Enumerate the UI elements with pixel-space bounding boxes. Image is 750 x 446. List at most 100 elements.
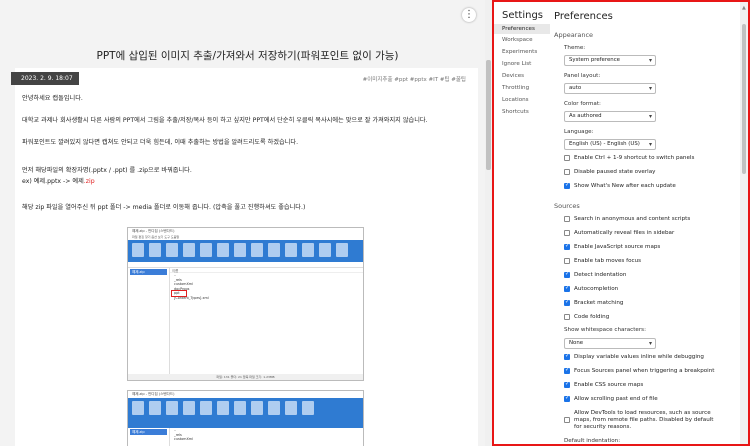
checkbox-bracket-matching[interactable]: Bracket matching bbox=[564, 299, 624, 306]
more-vertical-icon[interactable]: ⋮ bbox=[462, 8, 476, 22]
checkbox-checked[interactable] bbox=[564, 381, 570, 388]
theme-select[interactable]: System preference bbox=[564, 55, 656, 66]
checkbox-scroll-past-end[interactable]: Allow scrolling past end of file bbox=[564, 395, 658, 402]
checkbox-tab-focus[interactable]: Enable tab moves focus bbox=[564, 258, 641, 264]
checkbox-checked[interactable] bbox=[564, 353, 570, 360]
checkbox-label: Automatically reveal files in sidebar bbox=[574, 230, 675, 236]
checkbox-label: Enable CSS source maps bbox=[574, 382, 644, 388]
toolbar-icon bbox=[166, 401, 178, 415]
toolbar-icon bbox=[217, 401, 229, 415]
checkbox-label-line: Allow DevTools to load resources, such a… bbox=[574, 410, 711, 416]
sidebar-item-experiments[interactable]: Experiments bbox=[502, 49, 537, 55]
checkbox[interactable] bbox=[564, 230, 570, 236]
panel-layout-select[interactable]: auto bbox=[564, 83, 656, 94]
post-tags[interactable]: #이미지추출 #ppt #pptx #IT #팁 #꿀팁 bbox=[363, 75, 466, 83]
page-title: Preferences bbox=[554, 11, 613, 22]
checkbox[interactable] bbox=[564, 417, 570, 423]
checkbox-label: Enable Ctrl + 1-9 shortcut to switch pan… bbox=[574, 155, 695, 161]
language-label: Language: bbox=[564, 129, 594, 135]
checkbox-label: Display variable values inline while deb… bbox=[574, 354, 704, 360]
list-item: [Content_Types].xml bbox=[174, 295, 209, 300]
settings-scrollbar[interactable]: ▲ bbox=[740, 2, 748, 444]
checkbox-label: Focus Sources panel when triggering a br… bbox=[574, 368, 715, 374]
sidebar-item-preferences[interactable]: Preferences bbox=[494, 24, 550, 34]
toolbar-icon bbox=[200, 243, 212, 257]
page-scrollbar[interactable] bbox=[485, 0, 492, 446]
checkbox-css-source-maps[interactable]: Enable CSS source maps bbox=[564, 381, 644, 388]
section-heading-sources: Sources bbox=[554, 202, 580, 210]
checkbox-label: Bracket matching bbox=[574, 300, 624, 306]
checkbox[interactable] bbox=[564, 216, 570, 222]
window-title: 예제.zip - 반디집 (스탠다드) bbox=[128, 391, 363, 398]
tree-item: 예제.zip bbox=[130, 429, 167, 435]
checkbox-checked[interactable] bbox=[564, 395, 570, 402]
scrollbar-thumb[interactable] bbox=[486, 60, 491, 170]
checkbox-checked[interactable] bbox=[564, 182, 570, 189]
ext-text: ex) 예제.pptx -> 예제 bbox=[22, 178, 84, 185]
checkbox-label: Code folding bbox=[574, 314, 610, 320]
file-list: 이름 .. _rels customXml docProps ppt [Cont… bbox=[170, 268, 363, 376]
window-statusbar: 파일: 131 폴더: 21 압축 파일 크기: 1.23MB bbox=[128, 374, 363, 380]
checkbox-label: Show What's New after each update bbox=[574, 183, 676, 189]
color-format-select[interactable]: As authored bbox=[564, 111, 656, 122]
checkbox-remote-resources[interactable]: Allow DevTools to load resources, such a… bbox=[564, 410, 713, 431]
checkbox-ctrl-shortcut[interactable]: Enable Ctrl + 1-9 shortcut to switch pan… bbox=[564, 155, 694, 161]
theme-label: Theme: bbox=[564, 45, 586, 51]
paragraph: 대학교 과제나 회사생활시 다른 사람의 PPT에서 그림을 추출/저장/복사 … bbox=[22, 117, 428, 124]
checkbox-label: Detect indentation bbox=[574, 272, 627, 278]
settings-title: Settings bbox=[502, 10, 544, 21]
post-title: PPT에 삽입된 이미지 추출/가져와서 저장하기(파워포인트 없이 가능) bbox=[96, 50, 399, 62]
screen: ⋮ PPT에 삽입된 이미지 추출/가져와서 저장하기(파워포인트 없이 가능)… bbox=[0, 0, 750, 446]
sidebar-item-devices[interactable]: Devices bbox=[502, 73, 524, 79]
checkbox-anonymous-scripts[interactable]: Search in anonymous and content scripts bbox=[564, 216, 690, 222]
section-heading-appearance: Appearance bbox=[554, 31, 594, 39]
sidebar-item-shortcuts[interactable]: Shortcuts bbox=[502, 109, 529, 115]
checkbox[interactable] bbox=[564, 258, 570, 264]
toolbar-ribbon bbox=[128, 240, 363, 262]
checkbox-js-source-maps[interactable]: Enable JavaScript source maps bbox=[564, 243, 660, 250]
date-badge: 2023. 2. 9. 18:07 bbox=[11, 72, 79, 85]
checkbox-checked[interactable] bbox=[564, 285, 570, 292]
sidebar-item-workspace[interactable]: Workspace bbox=[502, 37, 533, 43]
toolbar-icon bbox=[251, 243, 263, 257]
scroll-up-icon[interactable]: ▲ bbox=[742, 5, 746, 11]
checkbox-whats-new[interactable]: Show What's New after each update bbox=[564, 182, 676, 189]
checkbox-checked[interactable] bbox=[564, 367, 570, 374]
panel-layout-label: Panel layout: bbox=[564, 73, 601, 79]
toolbar-icon bbox=[149, 401, 161, 415]
checkbox-inline-values[interactable]: Display variable values inline while deb… bbox=[564, 353, 704, 360]
checkbox-reveal-files[interactable]: Automatically reveal files in sidebar bbox=[564, 230, 674, 236]
explorer-body: 예제.zip 이름 .. _rels customXml docProps pp… bbox=[128, 268, 363, 376]
blog-page: ⋮ PPT에 삽입된 이미지 추출/가져와서 저장하기(파워포인트 없이 가능)… bbox=[0, 0, 485, 446]
bandizip-screenshot-2: 예제.zip - 반디집 (스탠다드) 예제.zip .. _rels cust… bbox=[127, 390, 364, 446]
sidebar-item-ignore-list[interactable]: Ignore List bbox=[502, 61, 531, 67]
checkbox[interactable] bbox=[564, 314, 570, 320]
sidebar-item-throttling[interactable]: Throttling bbox=[502, 85, 529, 91]
highlight-box bbox=[171, 290, 187, 297]
file-list: .. _rels customXml bbox=[170, 428, 363, 446]
whitespace-select[interactable]: None bbox=[564, 338, 656, 349]
toolbar-icon bbox=[132, 243, 144, 257]
bandizip-screenshot: 예제.zip - 반디집 (스탠다드) 파일 편집 찾기 옵션 보기 도구 도움… bbox=[127, 227, 364, 381]
checkbox[interactable] bbox=[564, 155, 570, 161]
settings-sidebar: Settings Preferences Workspace Experimen… bbox=[494, 2, 550, 444]
checkbox-checked[interactable] bbox=[564, 243, 570, 250]
checkbox-detect-indentation[interactable]: Detect indentation bbox=[564, 271, 627, 278]
paragraph: 해당 zip 파일을 열어주신 뒤 ppt 폴더 -> media 폴더로 이동… bbox=[22, 204, 306, 211]
checkbox[interactable] bbox=[564, 169, 570, 175]
checkbox-code-folding[interactable]: Code folding bbox=[564, 314, 609, 320]
toolbar-ribbon bbox=[128, 398, 363, 428]
toolbar-icon bbox=[234, 243, 246, 257]
toolbar-icon bbox=[302, 243, 314, 257]
folder-tree: 예제.zip bbox=[128, 268, 170, 376]
checkbox-autocompletion[interactable]: Autocompletion bbox=[564, 285, 618, 292]
checkbox-checked[interactable] bbox=[564, 299, 570, 306]
checkbox-checked[interactable] bbox=[564, 271, 570, 278]
toolbar-icon bbox=[285, 401, 297, 415]
scrollbar-thumb[interactable] bbox=[742, 24, 746, 174]
checkbox-paused-overlay[interactable]: Disable paused state overlay bbox=[564, 169, 655, 175]
language-select[interactable]: English (US) - English (US) bbox=[564, 139, 656, 150]
checkbox-focus-sources[interactable]: Focus Sources panel when triggering a br… bbox=[564, 367, 715, 374]
toolbar-icon bbox=[132, 401, 144, 415]
sidebar-item-locations[interactable]: Locations bbox=[502, 97, 529, 103]
